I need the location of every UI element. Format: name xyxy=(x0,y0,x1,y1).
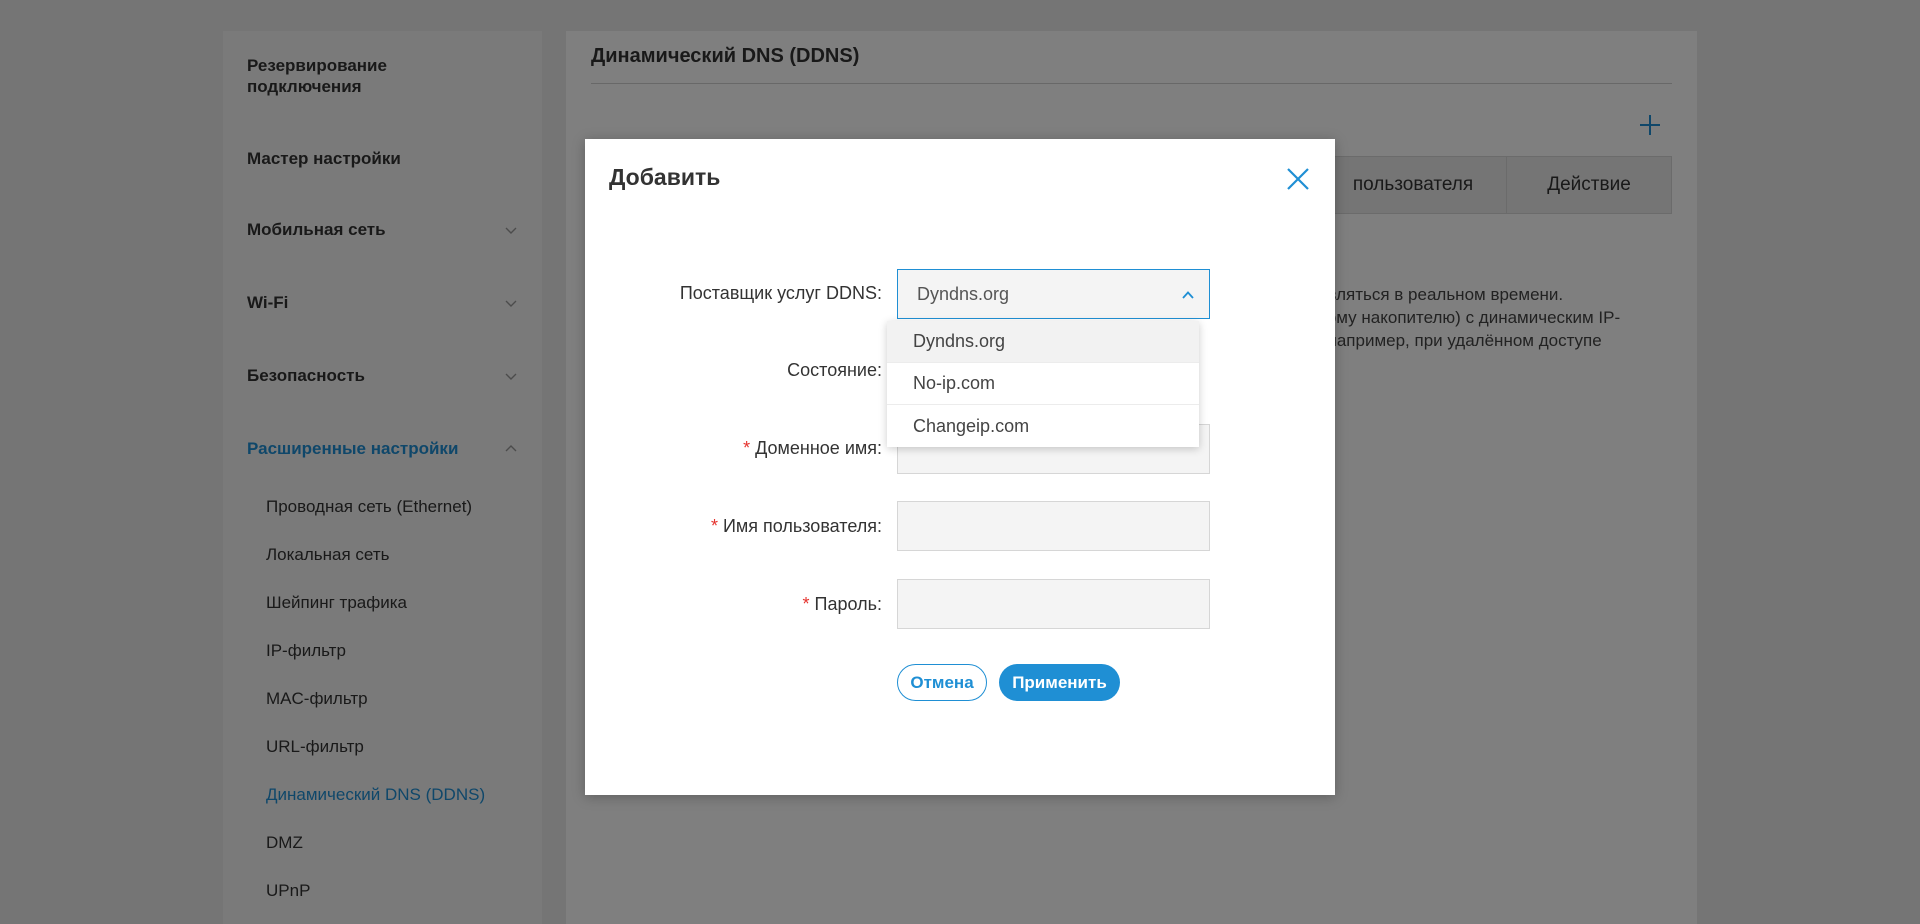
status-label-text: Состояние: xyxy=(787,360,882,380)
required-mark: * xyxy=(710,516,718,536)
provider-label: Поставщик услуг DDNS: xyxy=(680,283,882,304)
close-icon[interactable] xyxy=(1285,166,1311,192)
dropdown-option-changeip[interactable]: Changeip.com xyxy=(887,405,1199,447)
password-label: * Пароль: xyxy=(803,594,882,615)
username-input[interactable] xyxy=(897,501,1210,551)
username-label: * Имя пользователя: xyxy=(711,516,882,537)
add-ddns-dialog: Добавить Поставщик услуг DDNS: Dyndns.or… xyxy=(585,139,1335,795)
password-input[interactable] xyxy=(897,579,1210,629)
password-label-text: Пароль: xyxy=(814,594,882,614)
provider-dropdown-list: Dyndns.org No-ip.com Changeip.com xyxy=(887,321,1199,447)
dropdown-option-dyndns[interactable]: Dyndns.org xyxy=(887,321,1199,363)
required-mark: * xyxy=(743,438,751,458)
chevron-up-icon xyxy=(1182,291,1194,299)
cancel-button[interactable]: Отмена xyxy=(897,664,987,701)
status-label: Состояние: xyxy=(787,360,882,381)
domain-label-text: Доменное имя: xyxy=(755,438,882,458)
dialog-title: Добавить xyxy=(609,164,721,190)
username-label-text: Имя пользователя: xyxy=(722,516,882,536)
domain-label: * Доменное имя: xyxy=(743,438,882,459)
dropdown-option-noip[interactable]: No-ip.com xyxy=(887,363,1199,405)
required-mark: * xyxy=(802,594,810,614)
provider-selected-value: Dyndns.org xyxy=(917,283,1010,304)
provider-select[interactable]: Dyndns.org xyxy=(897,269,1210,319)
provider-label-text: Поставщик услуг DDNS: xyxy=(679,283,882,303)
apply-button[interactable]: Применить xyxy=(999,664,1120,701)
